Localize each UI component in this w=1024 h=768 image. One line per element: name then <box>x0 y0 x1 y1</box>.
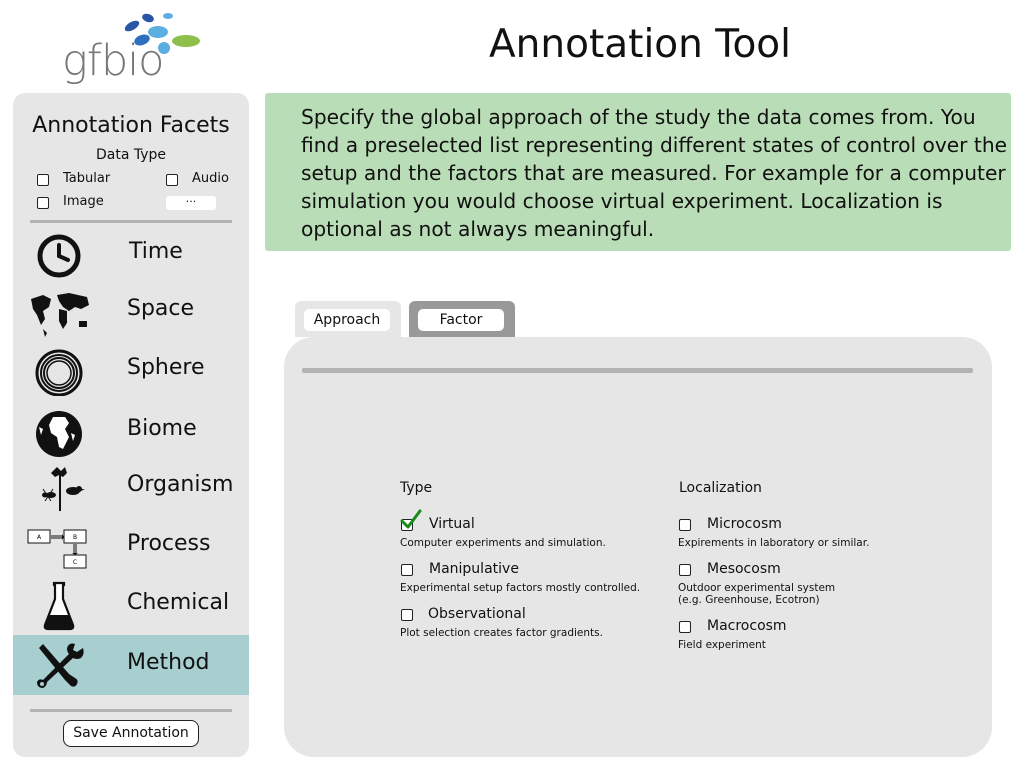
localization-heading: Localization <box>679 480 762 496</box>
checkmark-icon <box>400 509 422 529</box>
tab-factor[interactable]: Factor <box>409 301 515 337</box>
concentric-circles-icon <box>35 349 83 396</box>
organism-icon <box>42 467 85 511</box>
manipulative-checkbox[interactable] <box>401 564 413 576</box>
facet-label: Sphere <box>127 355 205 380</box>
facet-time[interactable]: Time <box>13 226 249 284</box>
divider <box>30 709 232 712</box>
tab-label: Approach <box>304 309 390 331</box>
facet-label: Chemical <box>127 590 230 615</box>
facet-label: Time <box>129 239 183 264</box>
panel-divider <box>302 368 973 373</box>
microcosm-description: Expirements in laboratory or similar. <box>678 537 870 549</box>
mesocosm-label: Mesocosm <box>707 561 781 577</box>
image-checkbox[interactable] <box>37 197 49 209</box>
flask-icon <box>43 581 75 631</box>
facet-label: Organism <box>127 472 234 497</box>
clock-icon <box>37 234 81 278</box>
tabular-checkbox[interactable] <box>37 174 49 186</box>
observational-description: Plot selection creates factor gradients. <box>400 627 603 639</box>
observational-label: Observational <box>428 606 526 622</box>
audio-checkbox[interactable] <box>166 174 178 186</box>
facet-sphere[interactable]: Sphere <box>13 342 249 400</box>
instruction-box: Specify the global approach of the study… <box>265 93 1011 251</box>
save-annotation-button[interactable]: Save Annotation <box>63 720 199 747</box>
virtual-description: Computer experiments and simulation. <box>400 537 606 549</box>
globe-icon <box>36 411 82 457</box>
mesocosm-description-example: (e.g. Greenhouse, Ecotron) <box>678 594 820 606</box>
instruction-text: Specify the global approach of the study… <box>301 105 1008 241</box>
virtual-label: Virtual <box>429 516 475 532</box>
tab-approach[interactable]: Approach <box>295 301 401 337</box>
data-type-label: Data Type <box>95 147 167 163</box>
facet-chemical[interactable]: Chemical <box>13 577 249 635</box>
manipulative-description: Experimental setup factors mostly contro… <box>400 582 641 594</box>
page-title: Annotation Tool <box>488 22 792 67</box>
facets-title: Annotation Facets <box>32 113 230 138</box>
facet-process[interactable]: A B C Process <box>13 518 249 576</box>
more-data-types-button[interactable]: ··· <box>166 196 216 210</box>
microcosm-checkbox[interactable] <box>679 519 691 531</box>
manipulative-label: Manipulative <box>429 561 519 577</box>
microcosm-label: Microcosm <box>707 516 782 532</box>
macrocosm-checkbox[interactable] <box>679 621 691 633</box>
divider <box>30 220 232 223</box>
image-label: Image <box>63 194 104 209</box>
facet-label: Process <box>127 531 211 556</box>
annotation-facets-sidebar: Annotation Facets Data Type Tabular Audi… <box>13 93 249 757</box>
flow-diagram-icon: A B C <box>27 529 87 569</box>
logo-leaves-icon <box>124 13 200 54</box>
tabular-label: Tabular <box>63 171 111 186</box>
macrocosm-label: Macrocosm <box>707 618 787 634</box>
process-box-b: B <box>73 534 77 541</box>
facet-space[interactable]: Space <box>13 283 249 341</box>
tools-icon <box>37 643 84 688</box>
tab-label: Factor <box>418 309 504 331</box>
approach-panel: Type Virtual Computer experiments and si… <box>284 337 992 757</box>
macrocosm-description: Field experiment <box>678 639 766 651</box>
facet-organism[interactable]: Organism <box>13 459 249 517</box>
observational-checkbox[interactable] <box>401 609 413 621</box>
audio-label: Audio <box>192 171 229 186</box>
facet-biome[interactable]: Biome <box>13 403 249 461</box>
type-heading: Type <box>400 480 433 496</box>
gfbio-logo: gfbio <box>58 8 208 86</box>
facet-label: Space <box>127 296 195 321</box>
facet-label: Biome <box>127 416 197 441</box>
process-box-c: C <box>73 559 77 566</box>
facet-method[interactable]: Method <box>13 635 249 695</box>
world-map-icon <box>31 293 89 337</box>
mesocosm-checkbox[interactable] <box>679 564 691 576</box>
facet-label: Method <box>127 650 210 675</box>
